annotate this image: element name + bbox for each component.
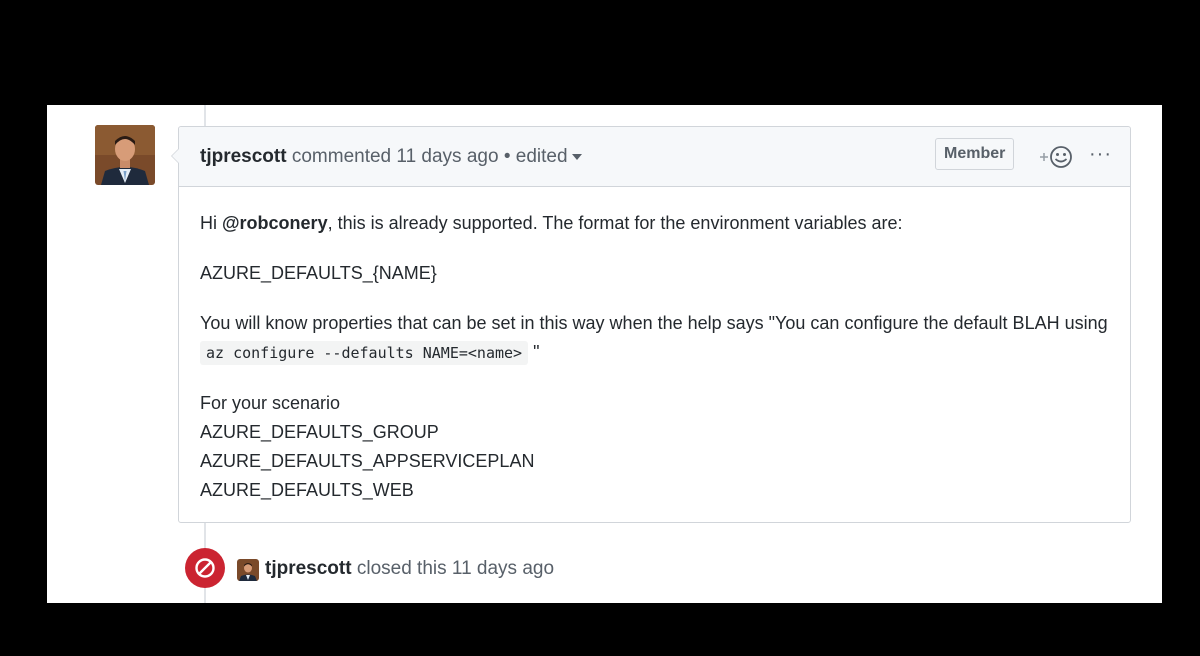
body-text: Hi: [200, 213, 222, 233]
body-text: , this is already supported. The format …: [327, 213, 903, 233]
smiley-plus-icon: [1040, 146, 1072, 168]
comment-meta: tjprescott commented 11 days ago • edite…: [200, 146, 582, 168]
body-paragraph-1: Hi @robconery, this is already supported…: [200, 209, 1109, 238]
comment-timestamp[interactable]: 11 days ago: [396, 146, 498, 167]
comment-action: commented: [291, 146, 392, 167]
user-mention-link[interactable]: @robconery: [222, 213, 328, 233]
edited-dropdown[interactable]: edited: [516, 146, 582, 167]
author-avatar[interactable]: [95, 125, 155, 185]
event-text: tjprescott closed this 11 days ago: [265, 558, 554, 580]
comment-box: tjprescott commented 11 days ago • edite…: [171, 126, 1131, 523]
closed-event-badge: [185, 548, 225, 588]
event-author-link[interactable]: tjprescott: [265, 558, 352, 579]
caret-down-icon: [571, 153, 582, 160]
body-paragraph-2: AZURE_DEFAULTS_{NAME}: [200, 263, 437, 283]
body-line: For your scenario: [200, 393, 341, 413]
inline-code: az configure --defaults NAME=<name>: [200, 341, 529, 365]
body-line: AZURE_DEFAULTS_WEB: [200, 480, 414, 500]
issue-timeline: tjprescott commented 11 days ago • edite…: [47, 105, 1162, 603]
circle-slash-icon: [195, 558, 215, 578]
edited-label: edited: [515, 146, 568, 167]
more-options-button[interactable]: ···: [1089, 143, 1112, 166]
meta-separator: •: [503, 146, 511, 167]
event-description: closed this 11 days ago: [356, 558, 555, 579]
body-text: ": [528, 342, 540, 362]
member-badge: Member: [935, 138, 1015, 170]
comment-author-link[interactable]: tjprescott: [200, 146, 287, 167]
comment-header: tjprescott commented 11 days ago • edite…: [179, 127, 1130, 187]
body-paragraph-3: You will know properties that can be set…: [200, 309, 1109, 368]
body-line: AZURE_DEFAULTS_APPSERVICEPLAN: [200, 451, 535, 471]
body-text: You will know properties that can be set…: [200, 313, 1108, 333]
body-line: AZURE_DEFAULTS_GROUP: [200, 422, 439, 442]
closed-event: tjprescott closed this 11 days ago: [185, 548, 1085, 588]
comment-body: Hi @robconery, this is already supported…: [179, 187, 1130, 505]
add-reaction-button[interactable]: [1037, 144, 1077, 170]
event-author-avatar[interactable]: [237, 559, 259, 581]
